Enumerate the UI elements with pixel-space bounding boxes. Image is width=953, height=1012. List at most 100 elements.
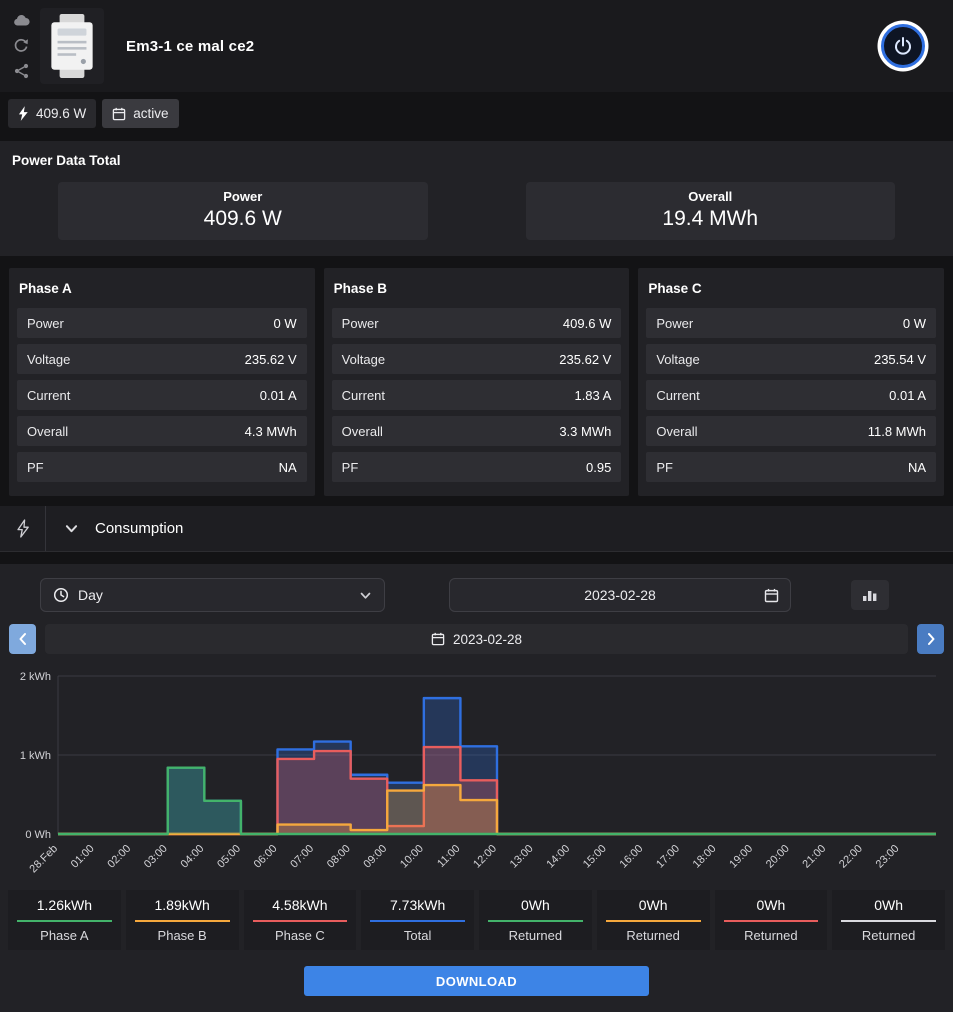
- schedule-badge[interactable]: active: [102, 99, 179, 128]
- row-value: 0.01 A: [259, 387, 297, 403]
- svg-text:18:00: 18:00: [691, 843, 719, 871]
- row-label: Overall: [27, 423, 69, 439]
- legend-tile-returned-b: 0Wh Returned: [596, 890, 710, 950]
- total-power-value: 409.6 W: [203, 207, 282, 230]
- power-button[interactable]: [881, 24, 925, 68]
- phase-row: PF 0.95: [331, 452, 622, 482]
- chevron-down-icon[interactable]: [64, 521, 79, 536]
- phase-cards: Phase A Power 0 W Voltage 235.62 V Current…: [0, 256, 953, 496]
- date-input-value: 2023-02-28: [584, 587, 656, 603]
- energy-bolt-icon: [0, 506, 46, 551]
- legend-color-line: [605, 920, 701, 922]
- chart-type-button[interactable]: [851, 580, 889, 610]
- header: Em3-1 ce mal ce2: [0, 0, 953, 92]
- legend-tile-phase-a: 1.26kWh Phase A: [8, 890, 121, 950]
- svg-text:05:00: 05:00: [215, 843, 243, 871]
- phase-row: Current 0.01 A: [646, 380, 937, 410]
- share-icon[interactable]: [14, 63, 29, 79]
- cloud-icon[interactable]: [13, 13, 30, 27]
- energy-meter-illustration: [51, 14, 93, 78]
- legend-label: Returned: [626, 928, 680, 943]
- svg-text:2 kWh: 2 kWh: [20, 671, 51, 683]
- power-badge-value: 409.6 W: [36, 106, 87, 121]
- power-badge: 409.6 W: [8, 99, 97, 128]
- row-value: 0.95: [586, 459, 612, 475]
- row-value: 235.62 V: [244, 351, 297, 367]
- consumption-chart: 0 Wh 1 kWh 2 kWh 28.Feb 01:00 02:00 03:00 04:00…: [8, 666, 945, 886]
- svg-text:09:00: 09:00: [361, 843, 389, 871]
- previous-day-button[interactable]: [9, 624, 36, 654]
- legend-tile-phase-c: 4.58kWh Phase C: [243, 890, 357, 950]
- svg-text:23:00: 23:00: [874, 843, 902, 871]
- legend-label: Total: [403, 928, 432, 943]
- svg-text:02:00: 02:00: [105, 843, 133, 871]
- download-button[interactable]: DOWNLOAD: [304, 966, 649, 996]
- calendar-icon: [764, 588, 779, 603]
- refresh-icon[interactable]: [13, 37, 29, 53]
- legend-label: Returned: [508, 928, 563, 943]
- svg-text:1 kWh: 1 kWh: [20, 750, 51, 762]
- legend-value: 4.58kWh: [272, 897, 328, 913]
- total-power-label: Power: [223, 189, 263, 204]
- svg-text:01:00: 01:00: [69, 843, 97, 871]
- phase-row: Power 0 W: [646, 308, 937, 338]
- row-label: PF: [341, 459, 359, 475]
- device-image: [40, 8, 104, 84]
- calendar-icon: [112, 107, 126, 121]
- row-label: Voltage: [341, 351, 386, 367]
- period-select[interactable]: Day: [40, 578, 385, 612]
- consumption-section-header[interactable]: Consumption: [0, 506, 953, 552]
- power-icon: [893, 36, 913, 56]
- svg-text:0 Wh: 0 Wh: [25, 829, 51, 841]
- phase-row: Overall 4.3 MWh: [17, 416, 307, 446]
- phase-row: Voltage 235.62 V: [331, 344, 622, 374]
- phase-row: Power 0 W: [17, 308, 307, 338]
- phase-a-card: Phase A Power 0 W Voltage 235.62 V Current…: [9, 268, 315, 496]
- phase-row: Voltage 235.54 V: [646, 344, 937, 374]
- svg-text:20:00: 20:00: [764, 843, 792, 871]
- svg-text:14:00: 14:00: [544, 843, 572, 871]
- svg-text:03:00: 03:00: [142, 843, 170, 871]
- device-title: Em3-1 ce mal ce2: [126, 37, 255, 55]
- schedule-badge-label: active: [133, 106, 169, 121]
- row-label: Current: [27, 387, 71, 403]
- current-date-bar: 2023-02-28: [45, 624, 908, 654]
- legend-tile-phase-b: 1.89kWh Phase B: [125, 890, 239, 950]
- next-day-button[interactable]: [917, 624, 944, 654]
- svg-text:04:00: 04:00: [179, 843, 207, 871]
- legend-color-line: [17, 920, 112, 922]
- legend-value: 1.89kWh: [154, 897, 210, 913]
- chart-canvas: 0 Wh 1 kWh 2 kWh 28.Feb 01:00 02:00 03:00 04:00…: [20, 671, 936, 875]
- legend-color-line: [841, 920, 936, 922]
- svg-text:10:00: 10:00: [398, 843, 426, 871]
- row-label: Voltage: [656, 351, 700, 367]
- legend-value: 0Wh: [874, 897, 904, 913]
- legend-value: 0Wh: [520, 897, 550, 913]
- phase-title: Phase A: [19, 281, 72, 296]
- section-title: Power Data Total: [12, 153, 121, 168]
- legend-value: 0Wh: [638, 897, 668, 913]
- phase-row: Current 1.83 A: [331, 380, 622, 410]
- svg-text:16:00: 16:00: [618, 843, 646, 871]
- legend-label: Returned: [744, 928, 798, 943]
- svg-text:06:00: 06:00: [252, 843, 280, 871]
- phase-title: Phase B: [333, 281, 387, 296]
- histogram-icon: [862, 588, 878, 602]
- row-label: Current: [656, 387, 700, 403]
- row-label: PF: [656, 459, 673, 475]
- svg-text:12:00: 12:00: [471, 843, 499, 871]
- chevron-right-icon: [925, 632, 937, 646]
- row-label: Voltage: [27, 351, 71, 367]
- row-value: 0.01 A: [889, 387, 927, 403]
- date-input[interactable]: 2023-02-28: [449, 578, 791, 612]
- chevron-down-icon: [359, 589, 372, 602]
- row-label: Power: [27, 315, 64, 331]
- legend-color-line: [488, 920, 583, 922]
- legend-color-line: [134, 920, 230, 922]
- legend-tile-total: 7.73kWh Total: [361, 890, 474, 950]
- legend-label: Phase C: [274, 928, 325, 943]
- row-label: Current: [341, 387, 386, 403]
- consumption-panel: Day 2023-02-28 2023-02-28 0 Wh 1 kWh 2 k…: [0, 564, 953, 1012]
- svg-text:19:00: 19:00: [727, 843, 755, 871]
- period-select-value: Day: [78, 587, 103, 603]
